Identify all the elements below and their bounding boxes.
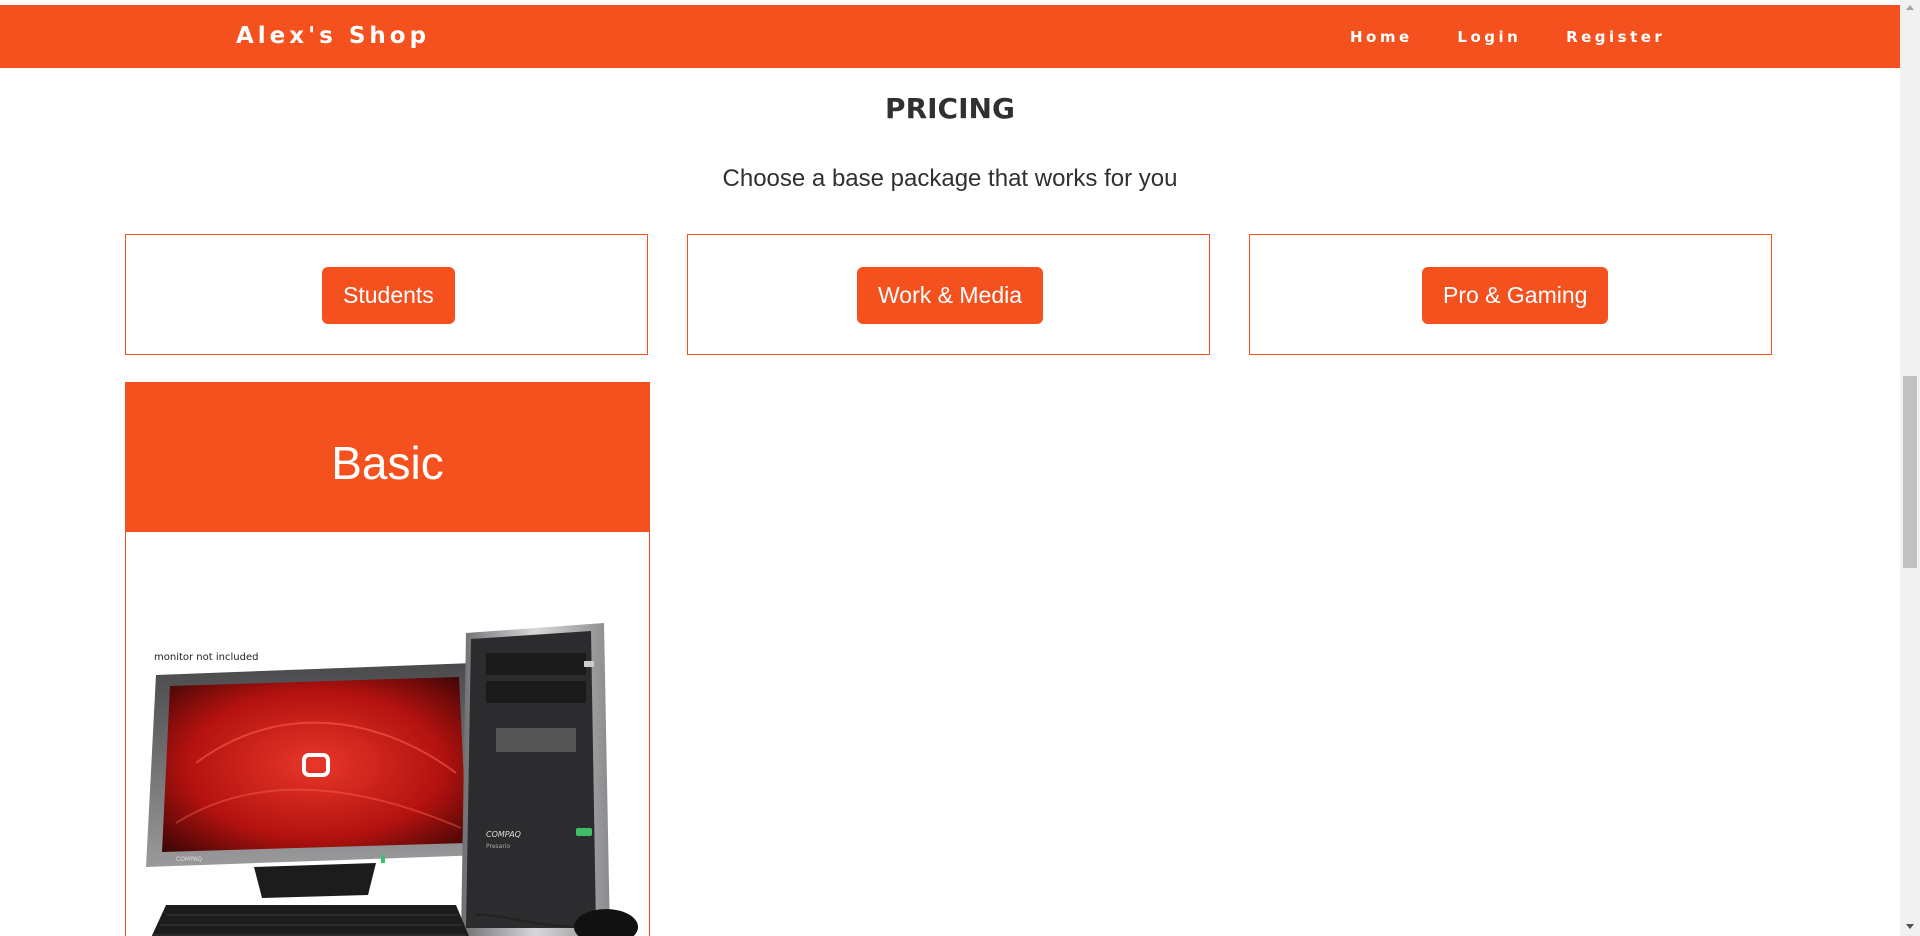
plan-title: Basic	[126, 383, 649, 532]
pro-gaming-button[interactable]: Pro & Gaming	[1422, 267, 1609, 324]
plan-card-basic: Basic monitor not included COMPAQ COMPAQ…	[125, 382, 650, 936]
navbar: Alex's Shop Home Login Register	[0, 5, 1900, 68]
scroll-down-icon[interactable]	[1906, 924, 1914, 929]
vertical-scrollbar[interactable]	[1900, 0, 1920, 936]
nav-login-link[interactable]: Login	[1457, 28, 1521, 46]
package-box-pro-gaming: Pro & Gaming	[1249, 234, 1772, 355]
tower-brand-label: COMPAQ	[486, 830, 521, 839]
tower-model-label: Presario	[486, 843, 510, 850]
image-note-label: monitor not included	[154, 652, 258, 663]
pricing-subtitle: Choose a base package that works for you	[722, 165, 1178, 192]
package-box-students: Students	[125, 234, 648, 355]
scrollbar-thumb[interactable]	[1903, 376, 1917, 568]
desktop-computer-image: monitor not included COMPAQ COMPAQ Presa…	[146, 623, 638, 936]
nav-home-link[interactable]: Home	[1350, 28, 1413, 46]
nav-links: Home Login Register	[1350, 28, 1701, 46]
scroll-up-icon[interactable]	[1906, 5, 1914, 10]
page: Alex's Shop Home Login Register PRICING …	[0, 0, 1920, 936]
package-box-work-media: Work & Media	[687, 234, 1210, 355]
students-button[interactable]: Students	[322, 267, 455, 324]
nav-register-link[interactable]: Register	[1566, 28, 1665, 46]
work-media-button[interactable]: Work & Media	[857, 267, 1044, 324]
pricing-title: PRICING	[885, 92, 1015, 125]
brand-logo[interactable]: Alex's Shop	[236, 23, 430, 49]
monitor-brand-label: COMPAQ	[176, 856, 202, 863]
